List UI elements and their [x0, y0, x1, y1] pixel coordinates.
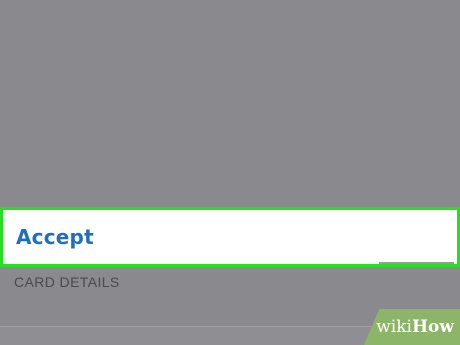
screen: Accept CARD DETAILS wiki How: [0, 0, 460, 345]
watermark-wiki: wiki: [376, 317, 412, 337]
dimmed-overlay: [0, 0, 460, 207]
watermark-how: How: [411, 317, 454, 337]
row-separator: [379, 262, 454, 264]
wikihow-watermark: wiki How: [364, 309, 460, 345]
card-details-header: CARD DETAILS: [14, 274, 120, 290]
accept-label: Accept: [16, 225, 94, 249]
accept-highlight: Accept: [0, 207, 460, 267]
accept-button[interactable]: Accept: [6, 213, 454, 261]
